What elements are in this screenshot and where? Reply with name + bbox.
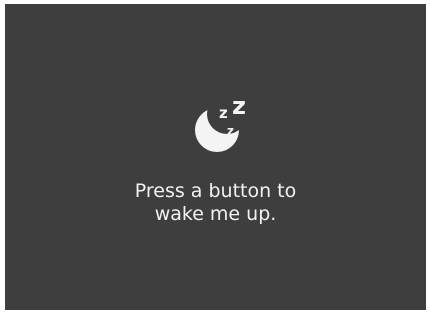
wake-message: Press a button to wake me up. <box>5 180 426 226</box>
wake-message-line-1: Press a button to <box>134 180 297 202</box>
z-letter-small: z <box>227 124 234 138</box>
wake-message-line-2: wake me up. <box>154 203 277 225</box>
sleep-screen[interactable]: z z z Press a button to wake me up. <box>5 4 426 310</box>
sleeping-moon-icon: z z z <box>195 92 246 152</box>
z-letter-medium: z <box>219 104 228 122</box>
z-letter-large: z <box>232 92 246 120</box>
